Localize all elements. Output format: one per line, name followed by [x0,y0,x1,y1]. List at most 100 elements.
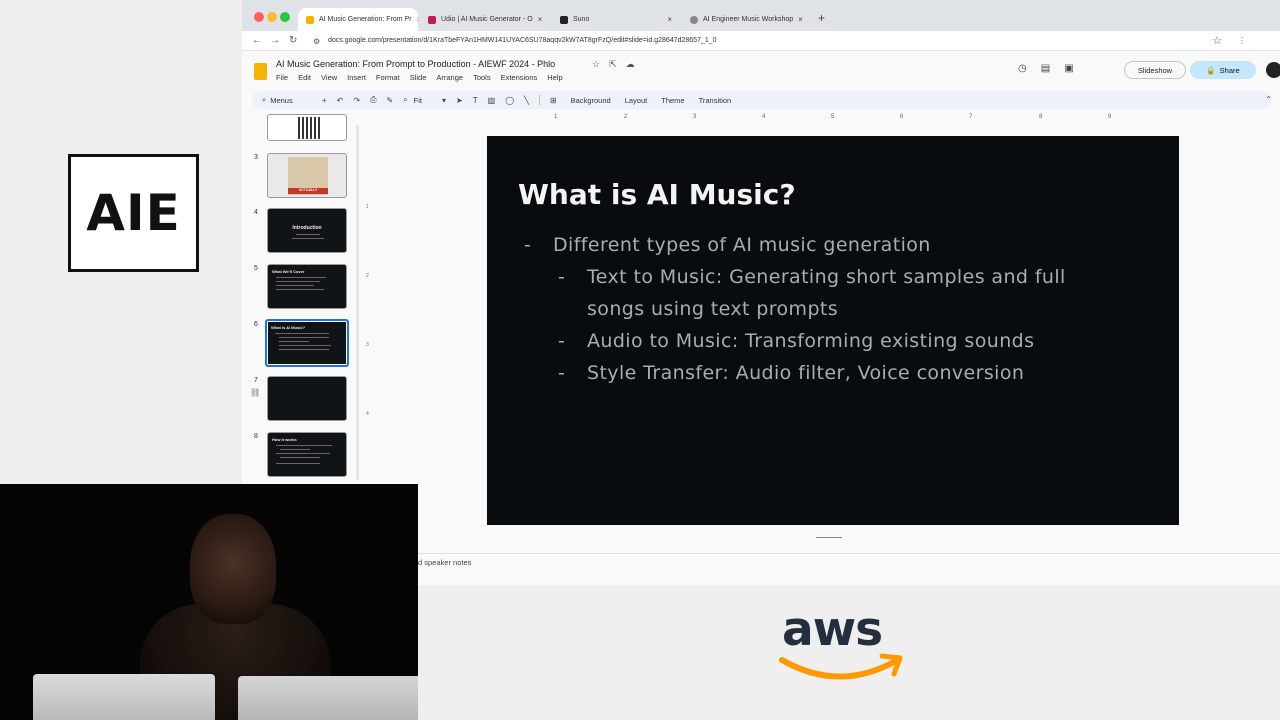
bookmark-star-icon[interactable]: ☆ [1212,34,1222,47]
address-bar: ← → ↻ ⚙ docs.google.com/presentation/d/1… [242,31,1280,51]
close-window-icon[interactable] [254,12,264,22]
tab-udio[interactable]: Udio | AI Music Generator - O × [420,8,548,31]
ruler-number: 8 [1039,114,1043,120]
ruler-number: 2 [624,114,628,120]
meet-icon[interactable]: ▣ [1064,63,1073,74]
chevron-down-icon[interactable]: ▾ [442,96,446,105]
new-tab-icon[interactable]: + [818,11,825,25]
thumbnail-title: What We'll Cover [272,269,305,274]
close-icon[interactable]: × [667,15,672,24]
link-icon[interactable]: ⛓ [250,388,260,397]
avatar[interactable] [1266,62,1280,78]
layout-button[interactable]: Layout [625,96,648,105]
paint-format-icon[interactable]: ✎ [386,96,393,105]
tab-workshop[interactable]: AI Engineer Music Workshop × [682,8,808,31]
thumbnail-text-line [276,453,330,454]
slides-logo-icon[interactable] [254,63,267,80]
comment-add-icon[interactable]: ⊞ [550,96,557,105]
comments-icon[interactable]: ▤ [1041,63,1050,74]
filmstrip: 3 ACTUALLY 4 Introduction 5 What We'll C… [242,112,360,484]
ruler-number: 3 [366,342,369,348]
zoom-select[interactable]: Fit [414,96,422,105]
menu-insert[interactable]: Insert [347,73,366,82]
slide-title[interactable]: What is AI Music? [518,178,796,211]
slides-icon [306,15,314,24]
url-input[interactable]: docs.google.com/presentation/d/1KraTbeFY… [328,37,717,44]
slide-thumbnail-7[interactable] [267,376,347,421]
document-title[interactable]: AI Music Generation: From Prompt to Prod… [276,59,555,69]
text-box-icon[interactable]: T [473,96,478,105]
slide-thumbnail-5[interactable]: What We'll Cover [267,264,347,309]
thumbnail-text-line [292,238,324,239]
menu-slide[interactable]: Slide [410,73,427,82]
menu-tools[interactable]: Tools [473,73,491,82]
redo-icon[interactable]: ↷ [353,96,360,105]
cloud-status-icon[interactable]: ☁ [626,59,635,70]
filmstrip-scrollbar[interactable] [356,125,359,480]
ruler-number: 1 [554,114,558,120]
forward-icon[interactable]: → [270,35,280,46]
move-icon[interactable]: ⇱ [609,59,617,70]
slide-thumbnail-4[interactable]: Introduction [267,208,347,253]
close-icon[interactable]: × [417,15,418,24]
laptop-image [238,676,418,720]
tab-suno[interactable]: Suno × [552,8,680,31]
select-pointer-icon[interactable]: ➤ [456,96,463,105]
menu-file[interactable]: File [276,73,288,82]
extensions-icon[interactable]: ⋮ [1238,36,1246,45]
menu-view[interactable]: View [321,73,337,82]
image-icon[interactable]: ▧ [488,96,496,105]
aws-smile-icon [779,653,903,680]
ruler-number: 2 [366,273,369,279]
history-icon[interactable]: ◷ [1018,63,1027,74]
transition-button[interactable]: Transition [699,96,732,105]
speaker-notes-placeholder[interactable]: d speaker notes [418,558,471,567]
tab-label: Udio | AI Music Generator - O [441,16,533,23]
back-icon[interactable]: ← [252,35,262,46]
reload-icon[interactable]: ↻ [289,35,297,46]
slide-thumbnail-8[interactable]: How it works [267,432,347,477]
line-icon[interactable]: ╲ [524,96,529,105]
bullet-text: songs using text prompts [587,298,839,320]
thumbnail-title: How it works [272,437,297,442]
bullet-level-2[interactable]: - Style Transfer: Audio filter, Voice co… [558,357,1024,389]
shape-icon[interactable]: ◯ [505,96,514,105]
tab-slides[interactable]: AI Music Generation: From Pr × [298,8,418,31]
minimize-window-icon[interactable] [267,12,277,22]
menus-search[interactable]: ⌕ Menus [252,95,312,105]
maximize-window-icon[interactable] [280,12,290,22]
undo-icon[interactable]: ↶ [337,96,344,105]
menu-help[interactable]: Help [547,73,562,82]
collapse-menus-icon[interactable]: ⌃ [1265,95,1272,104]
bullet-dash: - [558,362,566,384]
bullet-level-2[interactable]: - Text to Music: Generating short sample… [558,261,1066,325]
ruler-number: 7 [969,114,973,120]
new-slide-icon[interactable]: + [322,96,327,105]
menu-format[interactable]: Format [376,73,400,82]
thumbnail-text-line [280,449,310,450]
menu-arrange[interactable]: Arrange [436,73,463,82]
zoom-icon[interactable]: ⌕ [403,95,407,105]
notes-resize-handle[interactable] [816,537,842,538]
close-icon[interactable]: × [798,15,803,24]
slideshow-button[interactable]: Slideshow [1124,61,1186,79]
print-icon[interactable]: ⎙ [370,95,376,105]
bullet-level-2[interactable]: - Audio to Music: Transforming existing … [558,325,1035,357]
thumbnail-text-line [276,445,332,446]
slide-thumbnail-3[interactable]: ACTUALLY [267,153,347,198]
current-slide[interactable]: What is AI Music? - Different types of A… [487,136,1179,525]
share-button[interactable]: 🔒 Share [1190,61,1256,79]
bullet-level-1[interactable]: - Different types of AI music generation [524,229,931,261]
globe-icon [690,15,698,24]
close-icon[interactable]: × [538,15,543,24]
slide-thumbnail-6[interactable]: What is AI Music? [265,319,349,367]
background-button[interactable]: Background [571,96,611,105]
slide-number: 4 [254,209,258,216]
site-info-icon[interactable]: ⚙ [313,37,320,46]
slide-thumbnail-2[interactable] [267,114,347,141]
bullet-text: Audio to Music: Transforming existing so… [587,330,1035,352]
menu-extensions[interactable]: Extensions [501,73,538,82]
star-icon[interactable]: ☆ [592,59,600,70]
menu-edit[interactable]: Edit [298,73,311,82]
theme-button[interactable]: Theme [661,96,684,105]
